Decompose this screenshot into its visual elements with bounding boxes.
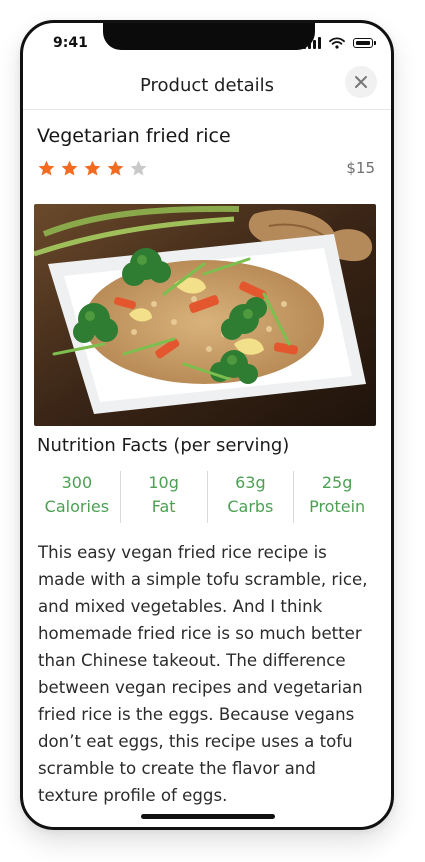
star-filled-icon	[84, 160, 101, 176]
phone-frame: 9:41 Product details Vegetarian fried ri…	[20, 20, 394, 830]
star-filled-icon	[61, 160, 78, 176]
page-title: Product details	[139, 75, 275, 96]
battery-icon	[353, 38, 376, 48]
product-name: Vegetarian fried rice	[37, 125, 231, 147]
nutrition-value: 63g	[235, 473, 266, 492]
nutrition-label: Protein	[309, 497, 366, 516]
nutrition-title: Nutrition Facts (per serving)	[37, 435, 290, 456]
notch	[103, 23, 315, 50]
nutrition-value: 25g	[321, 473, 353, 492]
star-filled-icon	[38, 160, 55, 176]
nutrition-label: Carbs	[227, 497, 274, 516]
close-button[interactable]	[345, 66, 377, 98]
nutrition-value: 300	[61, 473, 93, 492]
product-description: This easy vegan fried rice recipe is mad…	[38, 543, 368, 805]
product-image	[34, 204, 376, 426]
star-empty-icon	[130, 160, 147, 176]
header: Product details	[23, 66, 391, 110]
nutrition-value: 10g	[148, 473, 179, 492]
nutrition-facts: 300 Calories 10g Fat 63g Carbs 25g Prote…	[34, 471, 380, 523]
nutrition-item-carbs: 63g Carbs	[208, 471, 295, 523]
nutrition-item-protein: 25g Protein	[294, 471, 380, 523]
nutrition-item-fat: 10g Fat	[121, 471, 208, 523]
nutrition-label: Calories	[44, 497, 110, 516]
star-rating	[37, 159, 148, 178]
nutrition-item-calories: 300 Calories	[34, 471, 121, 523]
home-indicator	[141, 814, 275, 819]
nutrition-label: Fat	[151, 497, 176, 516]
status-time: 9:41	[53, 35, 88, 51]
product-price: $15	[346, 159, 375, 177]
close-icon	[355, 76, 367, 88]
wifi-icon	[329, 37, 345, 49]
star-filled-icon	[107, 160, 124, 176]
